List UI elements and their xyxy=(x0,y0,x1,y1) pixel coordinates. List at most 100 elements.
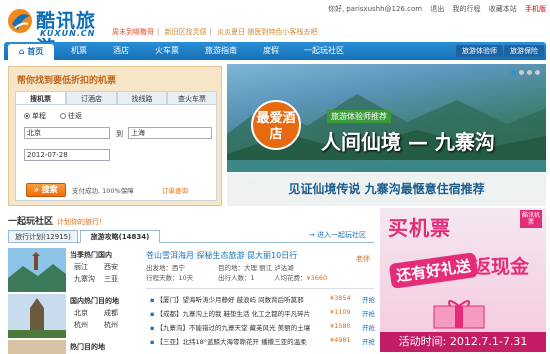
deal-action[interactable]: 开抢 xyxy=(362,322,375,332)
route-cost: 人均花费：¥3660 xyxy=(274,272,327,282)
route-title[interactable]: 苍山雪洱海月 探秘生态旅游 昆大丽10日行 xyxy=(146,250,297,261)
deal-action[interactable]: 开抢 xyxy=(362,336,375,346)
radio-one-way-label: 单程 xyxy=(32,112,46,120)
list-item[interactable]: 当季热门国内 丽江 西安 九寨沟 三亚 xyxy=(8,248,128,292)
city-link[interactable]: 杭州 xyxy=(74,320,88,330)
destination-photo xyxy=(8,294,66,338)
logout-link[interactable]: 退出 xyxy=(430,5,444,13)
nav-vacation[interactable]: 度假 xyxy=(252,42,290,60)
greeting: 你好, xyxy=(327,5,345,13)
radio-round-trip-label: 往返 xyxy=(68,112,82,120)
tab-travel-plans[interactable]: 旅行计划(12915) xyxy=(8,230,78,243)
logo[interactable]: 酷讯旅游 KUXUN.CN xyxy=(6,4,98,59)
nav-experience[interactable]: 旅游体验师 xyxy=(456,45,503,57)
banner-recommend-tag: 旅游体验师推荐 xyxy=(327,110,391,123)
search-icon: ⌕ xyxy=(34,185,39,194)
order-query-link[interactable]: 订单查询 xyxy=(162,185,188,195)
promo-link-weekend[interactable]: 周末到哪撒哥 xyxy=(112,28,154,36)
nav-home-label: 首页 xyxy=(27,47,44,56)
ad-line-buy: 买机票 xyxy=(388,216,451,240)
search-button[interactable]: ⌕ 搜索 xyxy=(26,183,66,197)
arrow-right-icon: → xyxy=(308,231,315,239)
from-city-input[interactable]: 北京 xyxy=(24,127,110,139)
nav-insurance[interactable]: 旅游保险 xyxy=(504,45,544,57)
city-link[interactable]: 北京 xyxy=(74,308,88,318)
promo-link-inspiration[interactable]: 新旧区找灵感 xyxy=(165,28,207,36)
ad-tag: 酷讯机票 xyxy=(520,210,542,228)
enter-community-link[interactable]: → 进入一起玩社区 xyxy=(309,230,366,240)
deal-action[interactable]: 开抢 xyxy=(362,308,375,318)
favorites-link[interactable]: 收藏本站 xyxy=(489,5,517,13)
city-link[interactable]: 丽江 xyxy=(74,262,88,272)
deal-price: ¥3854 xyxy=(330,294,351,302)
banner-headline: 人间仙境 — 九寨沟 xyxy=(321,130,495,154)
tab-travel-guides[interactable]: 旅游攻略(14834) xyxy=(80,230,160,243)
ad-line-gift: 还有好礼送 xyxy=(388,252,479,289)
promo-links: 周末到哪撒哥 | 新旧区找灵感 | 炎炎夏日 随医到特色小客栈去吧 xyxy=(112,28,318,36)
cashback-ad[interactable]: 买机票 酷讯机票 返现金 还有好礼送 活动时间: 2012.7.1-7.31 xyxy=(380,208,546,352)
city-link[interactable]: 成都 xyxy=(104,308,118,318)
tab-flights[interactable]: 搜机票 xyxy=(15,91,66,105)
bullet-icon: ▪ xyxy=(150,324,155,332)
city-link[interactable]: 九寨沟 xyxy=(74,274,95,284)
ad-line-cashback: 返现金 xyxy=(472,256,530,278)
radio-round-trip[interactable]: 往返 xyxy=(60,111,82,121)
hero-banner[interactable]: 最爱酒店 旅游体验师推荐 人间仙境 — 九寨沟 见证仙境传说 九寨沟最惬意住宿推… xyxy=(227,64,546,206)
city-link[interactable]: 杭州 xyxy=(104,320,118,330)
nav-home[interactable]: ⌂ 首页 xyxy=(8,44,54,60)
city-link[interactable]: 西安 xyxy=(104,262,118,272)
bullet-icon: ▪ xyxy=(150,296,155,304)
deal-title: 【三亚】北纬18°蓝鲸大海零嘶花开 播撒三亚的温柔 xyxy=(156,338,307,346)
destination-title: 热门目的地 xyxy=(70,343,105,351)
table-row[interactable]: ▪ 【九寨沟】不能错过的九寨天堂 藏羌风光 美丽的土壤 ¥1580 开抢 xyxy=(150,322,375,333)
mobile-link[interactable]: 手机版 xyxy=(525,5,546,13)
community-subtitle: 计划你的旅行！ xyxy=(57,218,107,226)
ad-time: 活动时间: 2012.7.1-7.31 xyxy=(380,332,546,352)
nav-guides[interactable]: 旅游指南 xyxy=(194,42,248,60)
promo-link-inn[interactable]: 炎炎夏日 随医到特色小客栈去吧 xyxy=(217,28,317,36)
deal-action[interactable]: 开抢 xyxy=(362,294,375,304)
destination-photo xyxy=(8,248,66,292)
route-author[interactable]: 老伴 xyxy=(356,254,370,264)
header: 酷讯旅游 KUXUN.CN 周末到哪撒哥| 新旧区找灵感| 炎炎夏日 随医到特色… xyxy=(0,0,550,59)
radio-one-way[interactable]: 单程 xyxy=(24,111,46,121)
route-days: 行程天数：10天 xyxy=(146,274,194,282)
list-item[interactable]: 国内热门目的地 北京 成都 杭州 杭州 xyxy=(8,294,128,338)
my-itinerary-link[interactable]: 我的行程 xyxy=(453,5,481,13)
destination-photo xyxy=(8,340,66,354)
carousel-dot[interactable] xyxy=(535,70,540,75)
route-cost-label: 人均花费： xyxy=(274,274,307,282)
table-row[interactable]: ▪ 【成都】九寨沟上的我 鞋垫生活 化工之都的平凡碎片 ¥1109 开抢 xyxy=(150,308,375,319)
gift-box-icon xyxy=(433,300,485,329)
nav-flights[interactable]: 机票 xyxy=(60,42,98,60)
user-email[interactable]: parisxushh@126.com xyxy=(346,5,422,13)
bullet-icon: ▪ xyxy=(150,310,155,318)
date-input[interactable]: 2012-07-28 xyxy=(24,149,110,161)
divider xyxy=(146,288,374,289)
list-item[interactable]: 热门目的地 xyxy=(8,340,128,354)
deal-title: 【九寨沟】不能错过的九寨天堂 藏羌风光 美丽的土壤 xyxy=(156,324,311,332)
carousel-dot[interactable] xyxy=(519,70,524,75)
nav-community[interactable]: 一起玩社区 xyxy=(294,42,354,60)
banner-subline: 见证仙境传说 九寨沟最惬意住宿推荐 xyxy=(227,172,546,206)
city-link[interactable]: 三亚 xyxy=(104,274,118,284)
logo-subtitle: KUXUN.CN xyxy=(40,29,96,38)
flight-search-form: 单程 往返 北京 到 上海 2012-07-28 ⌕ 搜索 支付成功, 100%… xyxy=(15,104,217,201)
enter-community-label: 进入一起玩社区 xyxy=(317,231,366,239)
deal-price: ¥1109 xyxy=(330,308,351,316)
tab-hotels[interactable]: 订酒店 xyxy=(66,91,117,105)
tab-trains[interactable]: 查火车票 xyxy=(167,91,217,105)
carousel-dot[interactable] xyxy=(511,70,516,75)
search-button-label: 搜索 xyxy=(41,185,58,194)
carousel-dot[interactable] xyxy=(527,70,532,75)
table-row[interactable]: ▪ 【厦门】望海听涛少月静好 鼓浪屿 间数背后听莫邪 ¥3854 开抢 xyxy=(150,294,375,305)
deal-title: 【成都】九寨沟上的我 鞋垫生活 化工之都的平凡碎片 xyxy=(156,310,311,318)
bullet-icon: ▪ xyxy=(150,338,155,346)
table-row[interactable]: ▪ 【三亚】北纬18°蓝鲸大海零嘶花开 播撒三亚的温柔 ¥4981 开抢 xyxy=(150,336,375,347)
logo-mark-icon xyxy=(8,9,32,33)
to-city-input[interactable]: 上海 xyxy=(128,127,212,139)
nav-hotels[interactable]: 酒店 xyxy=(102,42,140,60)
nav-trains[interactable]: 火车票 xyxy=(144,42,190,60)
route-cost-value: ¥3660 xyxy=(306,274,328,282)
tab-routes[interactable]: 找线路 xyxy=(117,91,167,105)
